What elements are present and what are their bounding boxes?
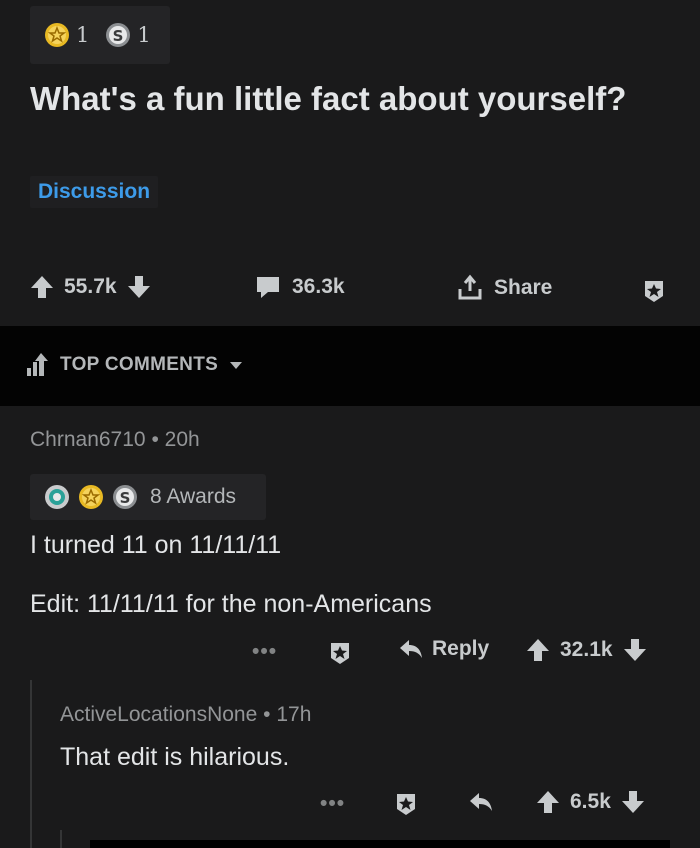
reply-label: Reply [432, 637, 490, 660]
post-awards[interactable]: 1 S 1 [30, 6, 170, 64]
comment-awards[interactable]: S 8 Awards [30, 474, 266, 520]
more-options-button[interactable]: ••• [252, 640, 277, 664]
downvote-icon[interactable] [621, 789, 645, 815]
comment-count: 36.3k [292, 275, 345, 298]
comment-meta: Chrnan6710 • 20h [30, 428, 200, 452]
sort-top-icon [26, 352, 50, 378]
award-icon [392, 789, 420, 817]
comment-age: 17h [276, 703, 312, 726]
silver-award-icon: S [112, 484, 138, 510]
downvote-icon[interactable] [127, 274, 151, 300]
upvote-icon[interactable] [536, 789, 560, 815]
comment-icon [254, 274, 282, 300]
comment-award-button[interactable] [326, 638, 354, 666]
sort-label: TOP COMMENTS [60, 354, 219, 375]
meta-separator: • [151, 428, 159, 451]
reply-award-button[interactable] [392, 789, 420, 817]
post-score: 55.7k [64, 275, 117, 298]
nested-thread-line[interactable] [60, 830, 62, 848]
comments-button[interactable]: 36.3k [254, 274, 345, 300]
reply-score: 6.5k [570, 790, 611, 813]
meta-separator: • [263, 703, 271, 726]
upvote-icon[interactable] [30, 274, 54, 300]
share-button[interactable]: Share [456, 274, 552, 302]
post-vote-group: 55.7k [30, 274, 151, 300]
chevron-down-icon [228, 359, 244, 371]
reply-vote-group: 6.5k [536, 789, 645, 815]
gold-award-count: 1 [76, 23, 90, 47]
reply-button[interactable]: Reply [398, 637, 489, 661]
post-title: What's a fun little fact about yourself? [30, 80, 627, 117]
next-comment-edge [90, 840, 670, 848]
comment-text-line: I turned 11 on 11/11/11 [30, 531, 282, 559]
downvote-icon[interactable] [623, 637, 647, 663]
gold-award-icon [44, 22, 70, 48]
silver-award-count: 1 [137, 23, 151, 47]
post-flair[interactable]: Discussion [30, 176, 159, 208]
comment-score: 32.1k [560, 638, 613, 661]
svg-text:S: S [113, 27, 124, 45]
reply-icon [398, 637, 424, 661]
comment-age: 20h [164, 428, 200, 451]
comment-edit-line: Edit: 11/11/11 for the non-Americans [30, 590, 432, 618]
comment-vote-group: 32.1k [526, 637, 647, 663]
reply-button[interactable] [468, 790, 494, 814]
reply-icon [468, 790, 494, 814]
reply-text: That edit is hilarious. [60, 743, 290, 771]
comment-author[interactable]: ActiveLocationsNone [60, 703, 257, 726]
wholesome-award-icon [44, 484, 70, 510]
share-label: Share [494, 276, 553, 299]
share-icon [456, 274, 484, 302]
comment-thread [0, 406, 700, 848]
svg-text:S: S [120, 489, 131, 507]
post-award-button[interactable] [640, 276, 668, 304]
thread-line[interactable] [30, 680, 32, 848]
awards-count-label: 8 Awards [150, 485, 236, 508]
reply-meta: ActiveLocationsNone • 17h [60, 703, 311, 727]
sort-selector[interactable]: TOP COMMENTS [26, 352, 244, 378]
award-icon [326, 638, 354, 666]
comment-author[interactable]: Chrnan6710 [30, 428, 146, 451]
upvote-icon[interactable] [526, 637, 550, 663]
more-options-button[interactable]: ••• [320, 792, 345, 816]
gold-award-icon [78, 484, 104, 510]
silver-award-icon: S [105, 22, 131, 48]
award-icon [640, 276, 668, 304]
